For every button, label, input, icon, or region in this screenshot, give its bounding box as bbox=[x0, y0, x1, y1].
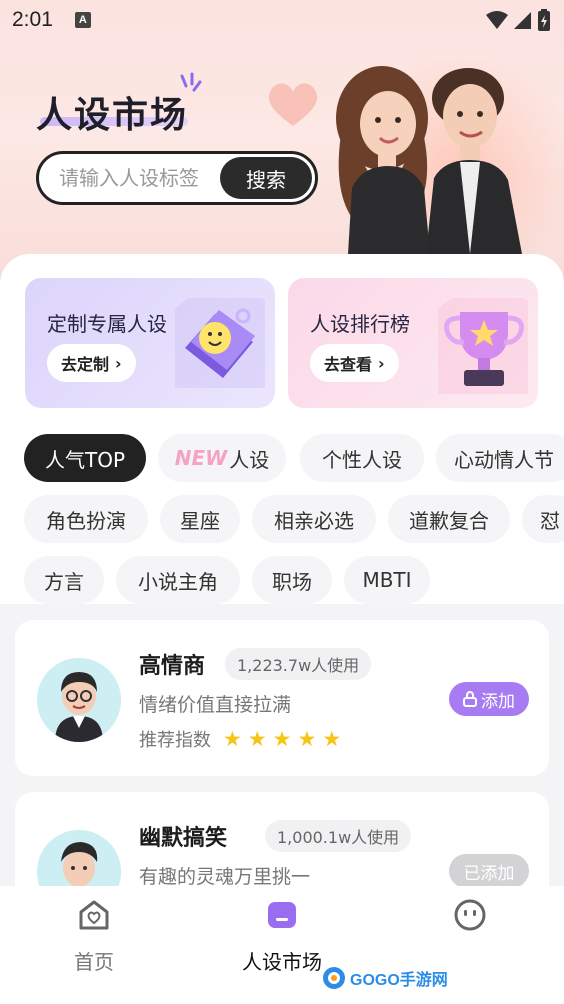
persona-description: 情绪价值直接拉满 bbox=[139, 694, 292, 716]
tag-mbti[interactable]: MBTI bbox=[344, 556, 430, 604]
status-icons bbox=[486, 9, 550, 31]
tag-apology[interactable]: 道歉复合 bbox=[388, 495, 510, 543]
chevron-right-icon: › bbox=[378, 353, 385, 373]
tag-roast[interactable]: 怼 bbox=[522, 495, 564, 543]
usage-badge: 1,000.1w人使用 bbox=[265, 820, 412, 852]
persona-avatar-image bbox=[37, 658, 121, 742]
search-bar: 搜索 bbox=[36, 151, 318, 205]
chevron-right-icon: › bbox=[115, 353, 122, 373]
tag-dialect[interactable]: 方言 bbox=[24, 556, 104, 604]
new-badge: NEW bbox=[174, 446, 228, 470]
recommend-rating: 推荐指数 ★ ★ ★ ★ ★ bbox=[139, 726, 341, 752]
tag-zodiac[interactable]: 星座 bbox=[160, 495, 240, 543]
persona-description: 有趣的灵魂万里挑一 bbox=[139, 866, 311, 888]
star-rating: ★ ★ ★ ★ ★ bbox=[223, 727, 341, 751]
tag-personality[interactable]: 个性人设 bbox=[300, 434, 424, 482]
banner-title: 定制专属人设 bbox=[47, 312, 167, 336]
tab-home[interactable]: 首页 bbox=[24, 898, 164, 975]
persona-card-high-eq[interactable]: 高情商 1,223.7w人使用 情绪价值直接拉满 推荐指数 ★ ★ ★ ★ ★ … bbox=[15, 620, 549, 776]
ranking-banner[interactable]: 人设排行榜 去查看 › bbox=[288, 278, 538, 408]
persona-name: 高情商 bbox=[139, 654, 206, 679]
sparkle-icon bbox=[180, 72, 202, 92]
wifi-icon bbox=[486, 11, 508, 29]
tag-new-persona[interactable]: NEW 人设 bbox=[158, 434, 286, 482]
trophy-icon bbox=[438, 298, 528, 394]
usage-badge: 1,223.7w人使用 bbox=[225, 648, 372, 680]
customize-button-label: 去定制 bbox=[61, 355, 110, 374]
search-button[interactable]: 搜索 bbox=[220, 157, 312, 199]
add-button[interactable]: 添加 bbox=[449, 682, 529, 716]
custom-persona-banner[interactable]: 定制专属人设 去定制 › bbox=[25, 278, 275, 408]
tag-valentine[interactable]: 心动情人节 bbox=[436, 434, 564, 482]
battery-icon bbox=[538, 9, 550, 31]
status-bar: 2:01 A bbox=[0, 0, 564, 40]
bottom-tab-bar: 首页 人设市场 bbox=[0, 886, 564, 1004]
tag-blind-date[interactable]: 相亲必选 bbox=[252, 495, 376, 543]
view-ranking-button[interactable]: 去查看 › bbox=[310, 344, 399, 382]
watermark-text: GOGO手游网 bbox=[350, 972, 448, 989]
notification-icon: A bbox=[74, 12, 91, 28]
tag-novel-lead[interactable]: 小说主角 bbox=[116, 556, 240, 604]
recommend-label: 推荐指数 bbox=[139, 730, 211, 751]
star-icon: ★ bbox=[322, 727, 342, 751]
view-ranking-button-label: 去查看 bbox=[324, 355, 373, 374]
heart-icon bbox=[268, 83, 318, 126]
home-heart-icon bbox=[79, 900, 109, 930]
avatar bbox=[37, 658, 121, 742]
star-icon: ★ bbox=[223, 727, 242, 751]
add-button-label: 添加 bbox=[481, 691, 515, 712]
banner-title: 人设排行榜 bbox=[310, 312, 410, 336]
star-icon: ★ bbox=[272, 727, 292, 751]
star-icon: ★ bbox=[247, 727, 267, 751]
customize-button[interactable]: 去定制 › bbox=[47, 344, 136, 382]
market-icon bbox=[268, 902, 296, 928]
star-icon: ★ bbox=[297, 727, 317, 751]
tag-new-persona-label: 人设 bbox=[229, 447, 270, 472]
tag-workplace[interactable]: 职场 bbox=[252, 556, 332, 604]
watermark-logo: GOGO手游网 bbox=[322, 966, 448, 990]
tag-smiley-icon bbox=[175, 298, 265, 388]
signal-icon bbox=[514, 12, 531, 29]
tab-profile[interactable] bbox=[400, 898, 540, 936]
gogo-logo-icon bbox=[323, 967, 345, 989]
page-title: 人设市场 bbox=[36, 95, 189, 136]
status-time: 2:01 bbox=[12, 8, 53, 31]
face-icon bbox=[454, 899, 486, 931]
tag-roleplay[interactable]: 角色扮演 bbox=[24, 495, 148, 543]
lock-icon bbox=[463, 691, 477, 707]
tab-persona-market[interactable]: 人设市场 bbox=[212, 898, 352, 975]
couple-illustration bbox=[336, 66, 522, 254]
added-button[interactable]: 已添加 bbox=[449, 854, 529, 888]
tag-popular-top[interactable]: 人气TOP bbox=[24, 434, 146, 482]
persona-name: 幽默搞笑 bbox=[139, 826, 228, 851]
tab-home-label: 首页 bbox=[74, 950, 114, 974]
